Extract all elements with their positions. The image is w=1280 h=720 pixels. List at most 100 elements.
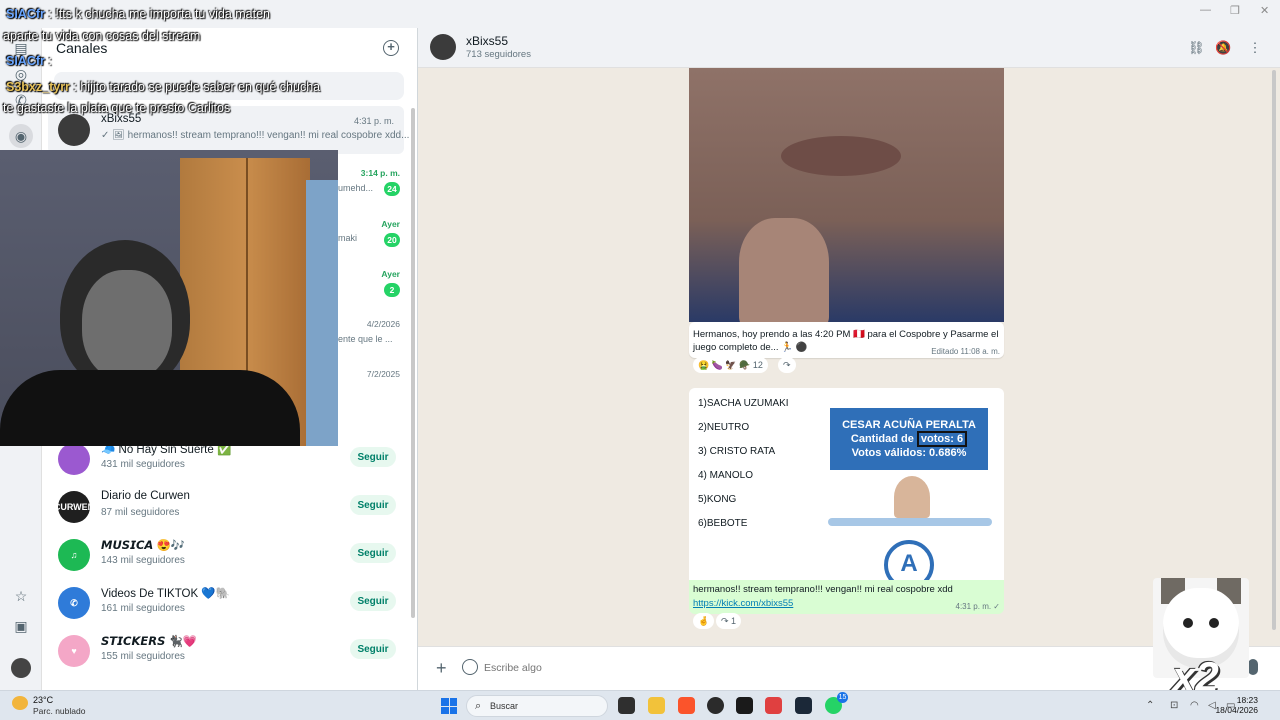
- maximize-button[interactable]: ❐: [1230, 4, 1240, 17]
- taskbar: 23°C Parc. nublado ⌕ Buscar 15 ⌃ ⊡ ◠ ◁ ▭…: [0, 690, 1280, 720]
- list-item: 4) MANOLO: [698, 470, 754, 481]
- message-reactions[interactable]: 🤮 🍆 🦅 🪖 12: [693, 357, 768, 373]
- suggested-channel-item[interactable]: ♫ 𝙈𝙐𝙎𝙄𝘾𝘼 😍🎶 143 mil seguidores Seguir: [48, 531, 404, 579]
- channel-preview: ente que le ...: [338, 334, 393, 344]
- unread-badge: 20: [384, 233, 400, 247]
- starred-icon[interactable]: ☆: [11, 586, 31, 606]
- suggested-channel-item[interactable]: ♥ 𝙎𝙏𝙄𝘾𝙆𝙀𝙍𝙎 🐈‍⬛💗 155 mil seguidores Seguir: [48, 627, 404, 675]
- steam-icon[interactable]: [795, 697, 812, 714]
- list-item: 5)KONG: [698, 494, 737, 505]
- message-bubble-2[interactable]: hermanos!! stream temprano!!! vengan!! m…: [689, 580, 1004, 614]
- list-item: 6)BEBOTE: [698, 518, 748, 529]
- list-item: 1)SACHA UZUMAKI: [698, 398, 789, 409]
- channel-followers: 143 mil seguidores: [101, 555, 185, 566]
- message-edited: Editado 11:08 a. m.: [931, 347, 1000, 356]
- attach-icon[interactable]: +: [436, 659, 447, 677]
- close-button[interactable]: ✕: [1260, 4, 1269, 17]
- streamer-face: [82, 270, 172, 380]
- channel-name: Diario de Curwen: [101, 490, 190, 502]
- message-text: hermanos!! stream temprano!!! vengan!! m…: [693, 584, 953, 595]
- whatsapp-icon[interactable]: 15: [825, 692, 848, 714]
- conversation-avatar[interactable]: [430, 34, 456, 60]
- conversation-name[interactable]: xBixs55: [466, 34, 508, 48]
- overlay-chat-line: SIACfr :: [6, 54, 52, 68]
- suggested-channel-item[interactable]: ✆ Videos De TIKTOK 💙🐘 161 mil seguidores Se…: [48, 579, 404, 627]
- message-input[interactable]: [484, 657, 1184, 679]
- sticker-icon[interactable]: [462, 659, 478, 675]
- tray-app-icon[interactable]: ⊡: [1170, 700, 1178, 711]
- channel-avatar: ♫: [58, 539, 90, 571]
- party-logo: A: [884, 540, 934, 580]
- channel-preview: maki: [338, 233, 358, 243]
- channel-name: 𝙎𝙏𝙄𝘾𝙆𝙀𝙍𝙎 🐈‍⬛💗: [101, 636, 198, 648]
- wifi-icon[interactable]: ◠: [1190, 700, 1199, 711]
- webcam-shelf: [306, 180, 338, 446]
- message-image-1[interactable]: [689, 68, 1004, 322]
- weather-icon[interactable]: [12, 696, 28, 710]
- unread-channel-meta[interactable]: 7/2/2025: [340, 369, 400, 379]
- channel-avatar: CURWEN: [58, 491, 90, 523]
- message-reactions[interactable]: 🤞: [693, 613, 715, 629]
- channel-time: 7/2/2025: [366, 369, 400, 379]
- taskbar-search[interactable]: ⌕ Buscar: [466, 695, 608, 717]
- channel-time: 4:31 p. m.: [353, 116, 394, 126]
- terminal-icon[interactable]: [736, 697, 753, 714]
- forward-button[interactable]: ↷: [778, 357, 796, 373]
- overlay-chat-line: S3bxz_tyrr : hijito tarado se puede sabe…: [6, 80, 321, 94]
- suggested-channel-item[interactable]: CURWEN Diario de Curwen 87 mil seguidores S…: [48, 483, 404, 531]
- app-icon[interactable]: [765, 697, 782, 714]
- file-explorer-icon[interactable]: [648, 697, 665, 714]
- follow-button[interactable]: Seguir: [350, 495, 396, 515]
- follow-button[interactable]: Seguir: [350, 543, 396, 563]
- channel-avatar: [58, 114, 90, 146]
- list-item: 2)NEUTRO: [698, 422, 750, 433]
- candidate-portrait: [894, 476, 930, 518]
- brave-icon[interactable]: [678, 697, 695, 714]
- taskbar-search-label: Buscar: [490, 701, 519, 711]
- list-item: 3) CRISTO RATA: [698, 446, 776, 457]
- message-bubble-1[interactable]: Hermanos, hoy prendo a las 4:20 PM 🇵🇪 pa…: [689, 322, 1004, 358]
- follow-button[interactable]: Seguir: [350, 591, 396, 611]
- task-view-icon[interactable]: [618, 697, 635, 714]
- start-button[interactable]: [441, 698, 457, 714]
- unread-badge: 2: [384, 283, 400, 297]
- forward-button[interactable]: ↷ 1: [716, 613, 742, 629]
- weather-temp: 23°C: [33, 695, 54, 705]
- conversation-header: xBixs55 713 seguidores ⛓ 🔕 ⋮: [418, 28, 1280, 68]
- streamer-body: [0, 370, 300, 446]
- unread-channel-meta[interactable]: Ayer 2: [340, 269, 400, 297]
- message-image-2[interactable]: 1)SACHA UZUMAKI 2)NEUTRO 3) CRISTO RATA …: [689, 388, 1004, 580]
- conversation-scrollbar[interactable]: [1272, 70, 1276, 630]
- unread-badge: 24: [384, 182, 400, 196]
- channel-time: 4/2/2026: [366, 319, 400, 329]
- channel-preview: ✓ 🖼 hermanos!! stream temprano!!! vengan…: [101, 130, 410, 141]
- channels-icon[interactable]: ◉: [9, 124, 33, 148]
- composer: +: [418, 646, 1280, 690]
- mute-icon[interactable]: 🔕: [1215, 40, 1231, 56]
- mic-icon[interactable]: [1248, 659, 1258, 675]
- follow-button[interactable]: Seguir: [350, 447, 396, 467]
- channel-time: Ayer: [381, 219, 400, 229]
- channel-followers: 155 mil seguidores: [101, 651, 185, 662]
- conversation-followers: 713 seguidores: [466, 49, 531, 60]
- add-channel-icon[interactable]: +: [383, 40, 399, 56]
- unread-channel-meta[interactable]: 4/2/2026: [340, 319, 400, 329]
- image-detail: [739, 218, 829, 322]
- vote-valid: Votos válidos: 0.686%: [851, 447, 967, 459]
- panel-scrollbar[interactable]: [411, 108, 415, 618]
- media-icon[interactable]: ▣: [11, 616, 31, 636]
- clock[interactable]: 18:23 18/04/2026: [1215, 695, 1258, 715]
- channel-avatar: ✆: [58, 587, 90, 619]
- link-icon[interactable]: ⛓: [1188, 40, 1205, 56]
- obs-icon[interactable]: [707, 697, 724, 714]
- message-link[interactable]: https://kick.com/xbixs55: [693, 598, 793, 609]
- profile-avatar[interactable]: [11, 658, 31, 678]
- vote-count: Cantidad de votos: 6: [830, 431, 988, 447]
- more-options-icon[interactable]: ⋮: [1247, 40, 1263, 56]
- channel-followers: 431 mil seguidores: [101, 459, 185, 470]
- whatsapp-badge: 15: [837, 692, 848, 703]
- minimize-button[interactable]: —: [1200, 4, 1211, 16]
- follow-button[interactable]: Seguir: [350, 639, 396, 659]
- channel-preview: umehd...: [338, 183, 374, 193]
- tray-chevron-icon[interactable]: ⌃: [1146, 700, 1154, 711]
